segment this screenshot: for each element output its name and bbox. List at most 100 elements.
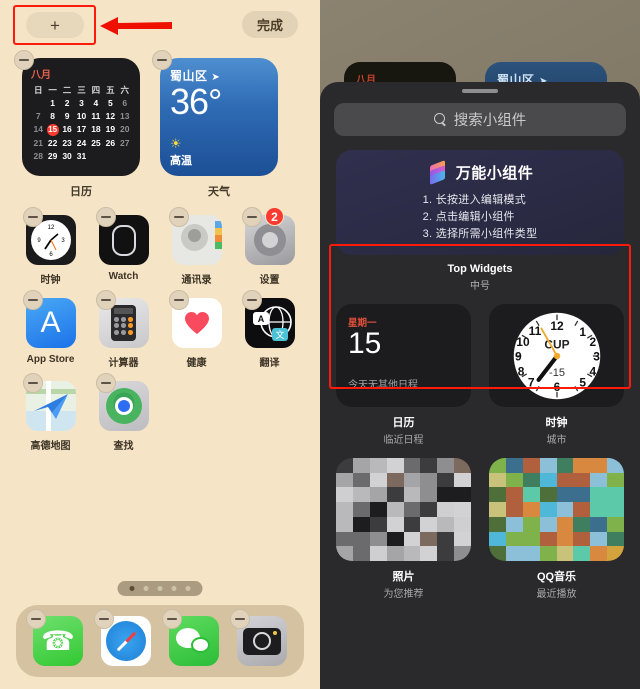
remove-app-button[interactable] (94, 609, 114, 629)
dock-item-safari[interactable] (94, 609, 151, 666)
widget-list-item[interactable]: QQ音乐 最近播放 (489, 458, 624, 600)
remove-app-button[interactable] (96, 290, 116, 310)
featured-widget-preview[interactable]: 万能小组件 1. 长按进入编辑模式 2. 点击编辑小组件 3. 选择所需小组件类型 (336, 150, 624, 255)
widget-row: 八月 日一二三四五六 1 2 3 4 5 6 7 8 9 10 11 12 13 14 15 16 17 18 19 2… (0, 50, 320, 199)
mosaic-cell (420, 531, 438, 547)
app-icon-watch[interactable]: Watch (87, 205, 160, 286)
mosaic-cell (556, 502, 574, 517)
mosaic-cell (489, 502, 506, 517)
mosaic-cell (386, 546, 404, 561)
mosaic-cell (403, 516, 421, 532)
app-icon-maps[interactable]: 高德地图 (14, 371, 87, 452)
calendar-day: 4 (93, 98, 99, 108)
calendar-weekday-header: 日 (33, 85, 43, 95)
calendar-weekday-header: 二 (62, 85, 72, 95)
add-widget-button[interactable]: + (26, 12, 84, 38)
widget-list-item[interactable]: 星期一 15 今天无其他日程 日历 临近日程 (336, 304, 471, 446)
weather-widget-cell[interactable]: 蜀山区 ➤ 36° ☀ 高温 天气 (152, 50, 278, 199)
mosaic-cell (420, 546, 438, 561)
mosaic-cell (403, 502, 421, 517)
app-icon-appstore[interactable]: A App Store (14, 288, 87, 369)
mosaic-cell (522, 516, 540, 532)
app-icon-calculator[interactable]: 计算器 (87, 288, 160, 369)
remove-app-button[interactable] (230, 609, 250, 629)
mosaic-cell (369, 516, 387, 532)
svg-text:11: 11 (528, 323, 541, 337)
clock-preview-tile[interactable]: 12 1 2 3 4 5 6 7 8 9 10 11 CUP -15 (489, 304, 624, 407)
page-dot[interactable] (143, 586, 149, 591)
remove-app-button[interactable] (242, 290, 262, 310)
mosaic-cell (505, 531, 523, 547)
widget-list-item[interactable]: 照片 为您推荐 (336, 458, 471, 600)
mosaic-cell (489, 487, 506, 503)
page-dot[interactable] (157, 586, 163, 591)
done-button[interactable]: 完成 (242, 11, 298, 38)
mosaic-cell (352, 516, 370, 532)
mosaic-cell (454, 531, 471, 547)
remove-app-button[interactable] (23, 373, 43, 393)
mosaic-cell (539, 531, 557, 547)
featured-widget-size: 中号 (470, 281, 490, 292)
remove-app-button[interactable] (169, 207, 189, 227)
remove-app-button[interactable] (169, 290, 189, 310)
app-label: App Store (26, 354, 75, 365)
page-dot[interactable] (185, 586, 191, 591)
dock: ☎ (16, 605, 304, 677)
remove-app-button[interactable] (23, 207, 43, 227)
remove-weather-widget-button[interactable] (152, 50, 172, 70)
svg-text:8: 8 (517, 364, 524, 378)
calendar-day: 29 (47, 151, 58, 161)
mosaic-cell (556, 531, 574, 547)
calendar-grid: 日一二三四五六 1 2 3 4 5 6 7 8 9 10 11 12 13 14 15 16 17 18 19 20 21… (31, 84, 132, 162)
featured-step: 2. 点击编辑小组件 (422, 211, 515, 223)
app-icon-settings[interactable]: 2 设置 (233, 205, 306, 286)
calendar-day: 24 (76, 138, 87, 148)
remove-app-button[interactable] (96, 207, 116, 227)
done-label: 完成 (256, 18, 283, 33)
remove-app-button[interactable] (242, 207, 262, 227)
weather-widget[interactable]: 蜀山区 ➤ 36° ☀ 高温 (160, 58, 278, 176)
calendar-day: 22 (47, 138, 58, 148)
mosaic-cell (607, 458, 624, 473)
remove-calendar-widget-button[interactable] (14, 50, 34, 70)
remove-app-button[interactable] (26, 609, 46, 629)
search-input[interactable]: 搜索小组件 (334, 103, 626, 136)
mosaic-cell (505, 487, 523, 503)
calendar-preview-tile[interactable]: 星期一 15 今天无其他日程 (336, 304, 471, 407)
app-icon-find-my[interactable]: 查找 (87, 371, 160, 452)
widget-list-grid: 星期一 15 今天无其他日程 日历 临近日程 12 1 2 3 4 5 6 7 … (320, 292, 640, 600)
mosaic-cell (403, 531, 421, 547)
widget-list-item[interactable]: 12 1 2 3 4 5 6 7 8 9 10 11 CUP -15 时钟 城市 (489, 304, 624, 446)
calendar-day: 20 (120, 124, 130, 134)
weather-condition: 高温 (170, 155, 192, 167)
page-dot[interactable] (129, 586, 135, 591)
svg-text:9: 9 (515, 349, 522, 363)
calendar-day: 6 (122, 98, 128, 108)
app-icon-clock[interactable]: 12 3 6 9 时钟 (14, 205, 87, 286)
remove-app-button[interactable] (162, 609, 182, 629)
mosaic-cell (336, 516, 353, 532)
page-dot[interactable] (171, 586, 177, 591)
app-icon-contacts[interactable]: 通讯录 (160, 205, 233, 286)
mosaic-cell (573, 487, 591, 503)
remove-app-button[interactable] (96, 373, 116, 393)
calendar-widget[interactable]: 八月 日一二三四五六 1 2 3 4 5 6 7 8 9 10 11 12 13 14 15 16 17 18 19 2… (22, 58, 140, 176)
dock-item-phone[interactable]: ☎ (26, 609, 83, 666)
remove-app-button[interactable] (23, 290, 43, 310)
photos-preview-tile[interactable] (336, 458, 471, 561)
mosaic-cell (437, 458, 455, 473)
page-dots[interactable] (117, 581, 203, 596)
mosaic-cell (454, 516, 471, 532)
mosaic-cell (386, 458, 404, 473)
qqmusic-preview-tile[interactable] (489, 458, 624, 561)
mosaic-cell (369, 458, 387, 473)
featured-widget-section[interactable]: 万能小组件 1. 长按进入编辑模式 2. 点击编辑小组件 3. 选择所需小组件类型 … (336, 150, 624, 292)
calendar-widget-cell[interactable]: 八月 日一二三四五六 1 2 3 4 5 6 7 8 9 10 11 12 13 14 15 16 17 18 19 2… (14, 50, 140, 199)
calendar-day: 19 (105, 124, 116, 134)
app-icon-translate[interactable]: A 文翻译 (233, 288, 306, 369)
dock-item-wechat[interactable] (162, 609, 219, 666)
calendar-day: 17 (76, 124, 87, 134)
sheet-grabber[interactable] (462, 89, 498, 93)
dock-item-camera[interactable] (230, 609, 287, 666)
app-icon-health[interactable]: 健康 (160, 288, 233, 369)
